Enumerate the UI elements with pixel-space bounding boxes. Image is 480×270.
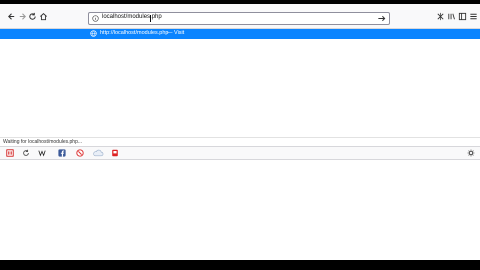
text-caret [150,15,151,22]
status-text: Waiting for localhost/modules.php... [3,139,83,145]
stop-icon[interactable] [76,149,84,157]
page-info-icon[interactable] [92,15,99,22]
go-arrow-icon[interactable] [377,14,386,23]
menu-icon[interactable] [466,9,480,23]
suggestion-url: http://localhost/modules.php [100,30,169,36]
facebook-icon[interactable] [58,149,66,157]
suggestion-action: Visit [174,30,185,36]
wikipedia-icon[interactable] [38,149,46,157]
bookmarks-toolbar [0,146,480,160]
globe-icon [90,30,97,37]
home-icon[interactable] [36,9,50,23]
address-bar[interactable]: localhost/modules.php [88,12,390,25]
tray-icon[interactable] [111,149,119,157]
suggestion-separator: — [167,30,173,36]
page-content [0,39,480,135]
pdf-icon[interactable] [6,149,14,157]
address-text[interactable]: localhost/modules.php [102,14,162,20]
refresh-icon[interactable] [22,149,30,157]
bottom-black-border [0,260,480,270]
settings-gear-icon[interactable] [467,149,475,157]
navigation-toolbar: localhost/modules.php [0,4,480,29]
cloud-icon[interactable] [92,149,104,157]
url-suggestion-row[interactable]: http://localhost/modules.php — Visit [0,29,480,39]
